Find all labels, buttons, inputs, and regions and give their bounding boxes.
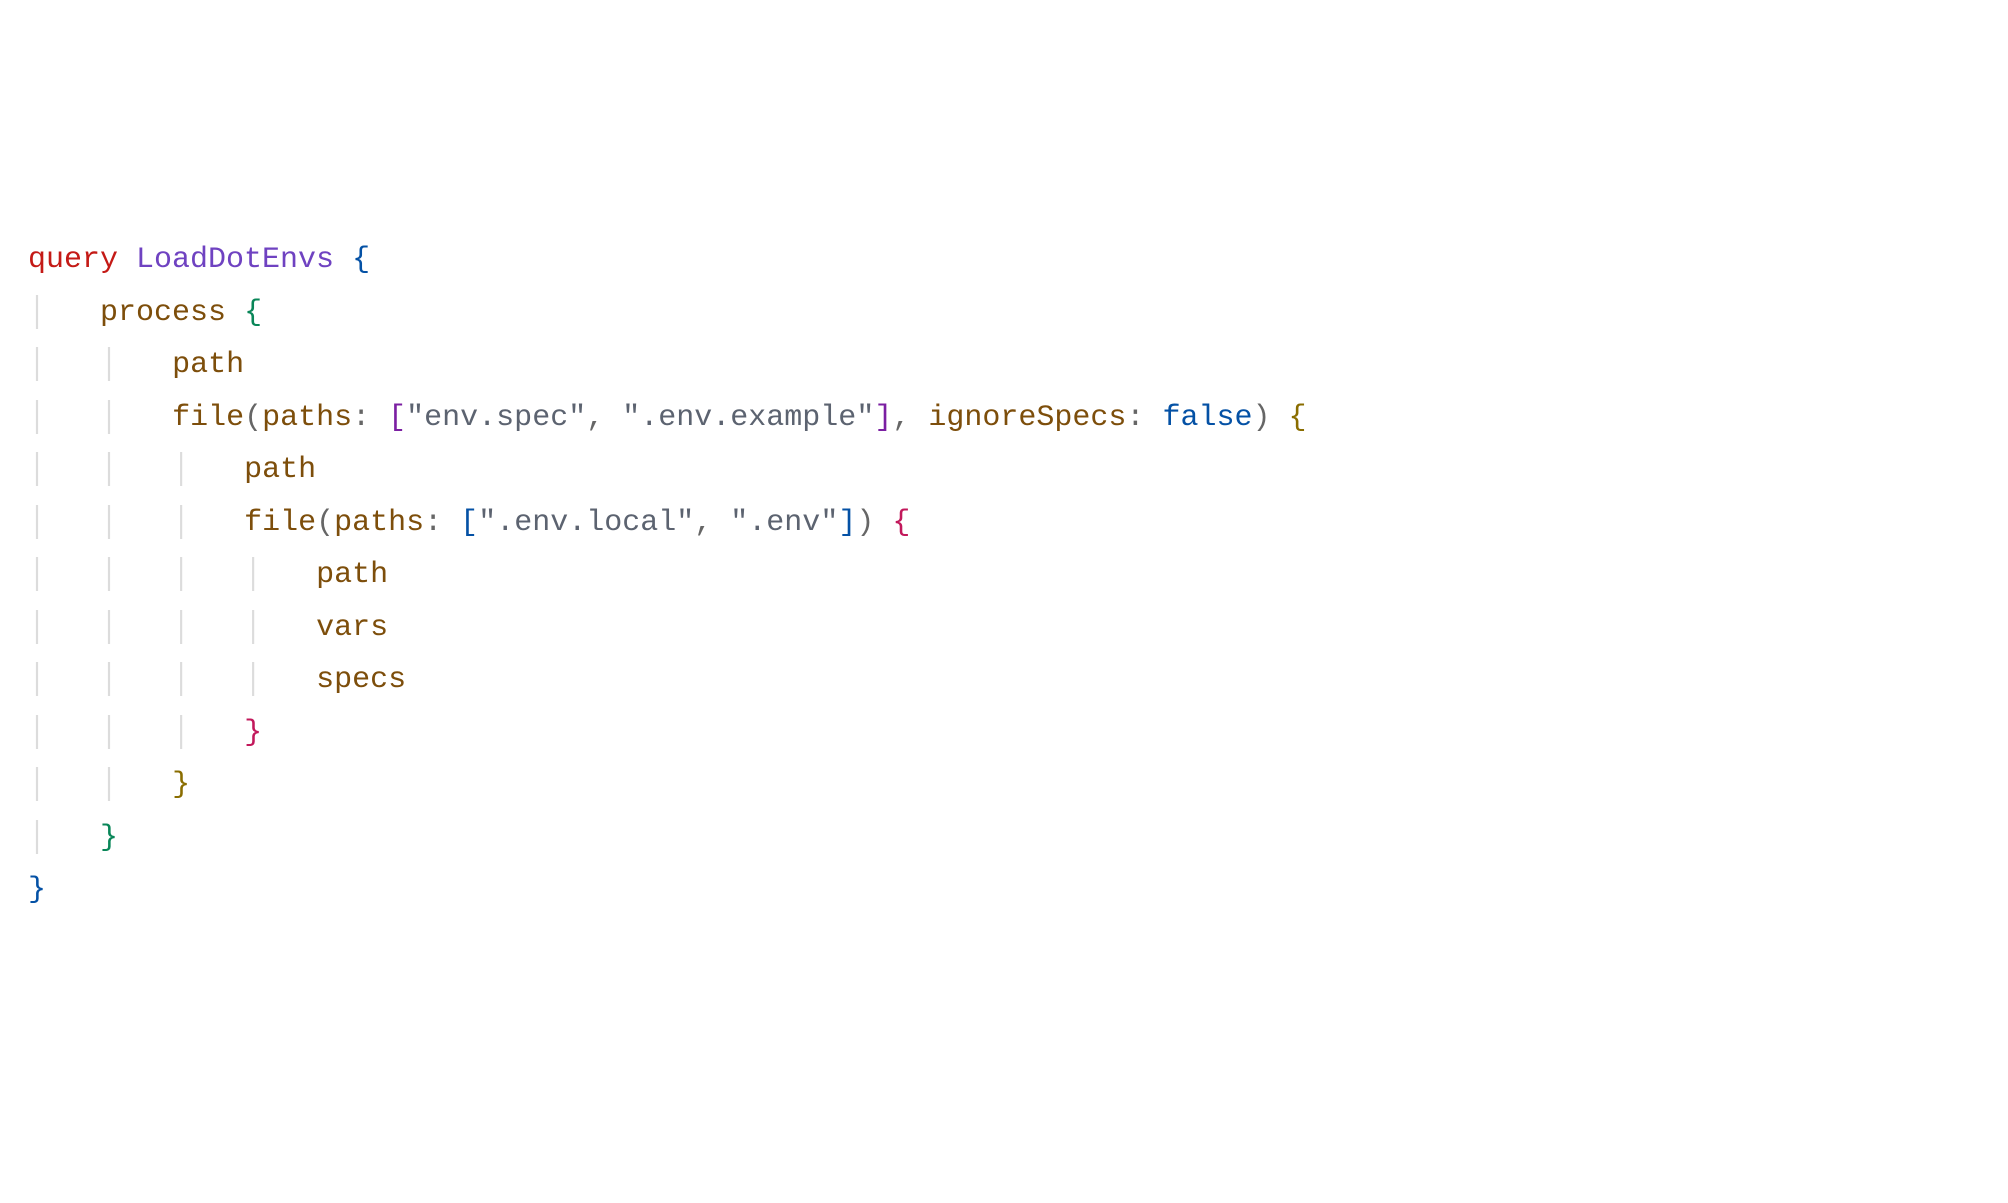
indent-guide: │	[28, 296, 46, 330]
bracket-open: [	[388, 401, 406, 435]
code-block: query LoadDotEnvs { │ process { │ │ path…	[28, 234, 1980, 917]
bool-false: false	[1162, 401, 1252, 435]
field-file: file	[172, 401, 244, 435]
string-env: .env	[748, 506, 820, 540]
brace-close: }	[100, 821, 118, 855]
arg-paths: paths	[334, 506, 424, 540]
field-path: path	[244, 453, 316, 487]
brace-open: {	[244, 296, 262, 330]
field-vars: vars	[316, 611, 388, 645]
field-specs: specs	[316, 663, 406, 697]
bracket-close: ]	[874, 401, 892, 435]
brace-open: {	[352, 243, 370, 277]
brace-close: }	[28, 873, 46, 907]
bracket-open: [	[460, 506, 478, 540]
string-env-local: .env.local	[496, 506, 676, 540]
string-env-example: .env.example	[640, 401, 856, 435]
field-path: path	[316, 558, 388, 592]
arg-paths: paths	[262, 401, 352, 435]
field-path: path	[172, 348, 244, 382]
brace-close: }	[244, 716, 262, 750]
keyword-query: query	[28, 243, 118, 277]
brace-close: }	[172, 768, 190, 802]
brace-open: {	[1289, 401, 1307, 435]
string-env-spec: env.spec	[424, 401, 568, 435]
brace-open: {	[892, 506, 910, 540]
arg-ignorespecs: ignoreSpecs	[928, 401, 1126, 435]
operation-name: LoadDotEnvs	[136, 243, 334, 277]
field-file: file	[244, 506, 316, 540]
bracket-close: ]	[838, 506, 856, 540]
field-process: process	[100, 296, 226, 330]
